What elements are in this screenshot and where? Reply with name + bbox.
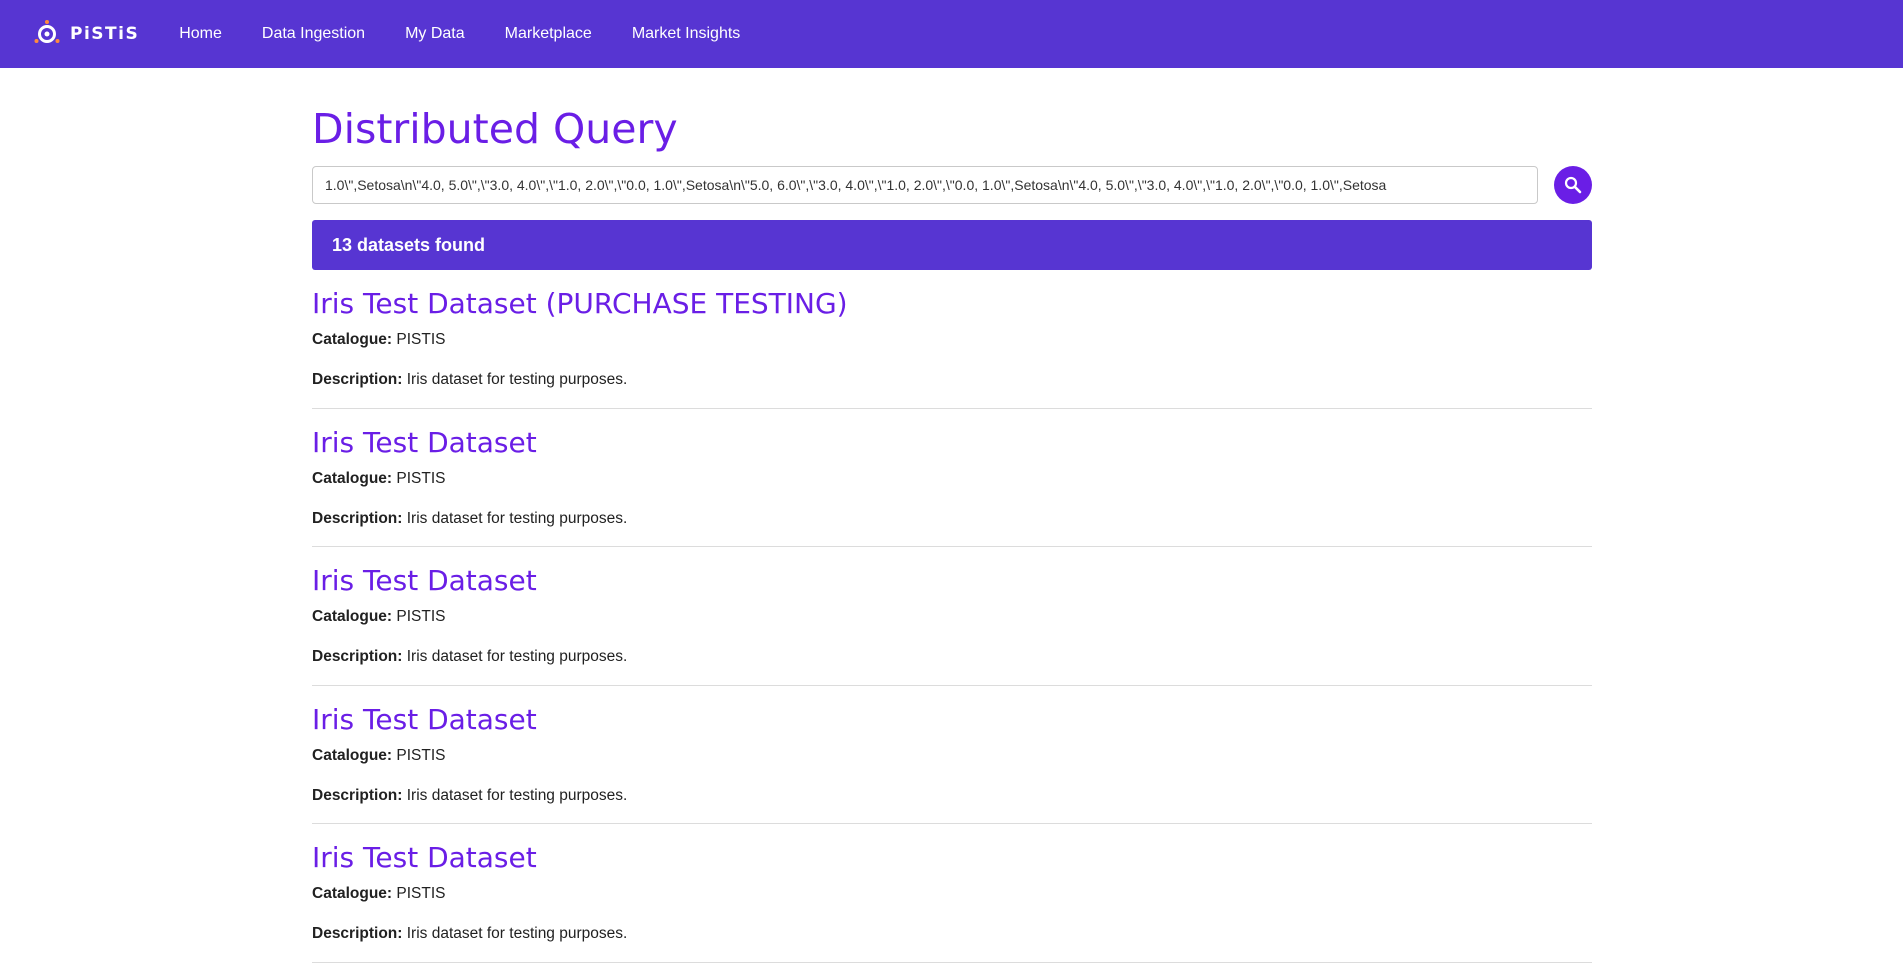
dataset-description: Description: Iris dataset for testing pu… <box>312 647 1592 667</box>
description-value: Iris dataset for testing purposes. <box>406 925 628 942</box>
dataset-title-link[interactable]: Iris Test Dataset <box>312 842 537 874</box>
nav-item-my-data[interactable]: My Data <box>405 25 465 43</box>
results-count-banner: 13 datasets found <box>312 220 1592 270</box>
description-value: Iris dataset for testing purposes. <box>406 786 628 804</box>
pistis-logo-icon <box>34 20 60 43</box>
catalogue-label: Catalogue: <box>312 885 393 902</box>
dataset-catalogue: Catalogue: PISTIS <box>312 884 1592 904</box>
brand-logo-link[interactable]: PiSTiS <box>32 0 139 68</box>
search-icon <box>1564 176 1582 194</box>
description-value: Iris dataset for testing purposes. <box>406 648 628 665</box>
description-label: Description: <box>312 925 403 942</box>
search-row <box>312 166 1592 204</box>
dataset-catalogue: Catalogue: PISTIS <box>312 330 1592 350</box>
dataset-title-link[interactable]: Iris Test Dataset <box>312 565 537 597</box>
catalogue-value: PISTIS <box>396 469 446 487</box>
dataset-catalogue: Catalogue: PISTIS <box>312 746 1592 766</box>
description-value: Iris dataset for testing purposes. <box>406 371 628 388</box>
description-label: Description: <box>312 509 403 527</box>
main-nav: Home Data Ingestion My Data Marketplace … <box>179 25 780 43</box>
description-label: Description: <box>312 648 403 665</box>
brand-name: PiSTiS <box>70 24 140 44</box>
catalogue-value: PISTIS <box>396 608 446 625</box>
dataset-result: Iris Test Dataset (PURCHASE TESTING) Cat… <box>312 270 1592 409</box>
description-label: Description: <box>312 786 403 804</box>
dataset-title-link[interactable]: Iris Test Dataset (PURCHASE TESTING) <box>312 288 848 320</box>
dataset-description: Description: Iris dataset for testing pu… <box>312 786 1592 806</box>
dataset-result: Iris Test Dataset Catalogue: PISTIS Desc… <box>312 824 1592 963</box>
catalogue-label: Catalogue: <box>312 331 393 348</box>
catalogue-value: PISTIS <box>396 331 446 348</box>
catalogue-label: Catalogue: <box>312 608 393 625</box>
dataset-catalogue: Catalogue: PISTIS <box>312 469 1592 489</box>
dataset-description: Description: Iris dataset for testing pu… <box>312 370 1592 390</box>
nav-item-data-ingestion[interactable]: Data Ingestion <box>262 25 365 43</box>
catalogue-label: Catalogue: <box>312 746 393 764</box>
dataset-description: Description: Iris dataset for testing pu… <box>312 509 1592 529</box>
dataset-result: Iris Test Dataset Catalogue: PISTIS Desc… <box>312 547 1592 686</box>
nav-item-market-insights[interactable]: Market Insights <box>632 25 740 43</box>
nav-item-marketplace[interactable]: Marketplace <box>505 25 592 43</box>
dataset-title-link[interactable]: Iris Test Dataset <box>312 703 537 736</box>
top-navbar: PiSTiS Home Data Ingestion My Data Marke… <box>0 0 1903 68</box>
dataset-result: Iris Test Dataset Catalogue: PISTIS Desc… <box>312 686 1592 824</box>
query-input[interactable] <box>312 166 1538 204</box>
dataset-catalogue: Catalogue: PISTIS <box>312 607 1592 627</box>
search-button[interactable] <box>1554 166 1592 204</box>
page-title: Distributed Query <box>312 105 678 153</box>
catalogue-value: PISTIS <box>396 885 446 902</box>
catalogue-value: PISTIS <box>396 746 446 764</box>
description-value: Iris dataset for testing purposes. <box>406 509 628 527</box>
nav-item-home[interactable]: Home <box>179 25 222 43</box>
dataset-result: Iris Test Dataset Catalogue: PISTIS Desc… <box>312 409 1592 547</box>
description-label: Description: <box>312 371 403 388</box>
dataset-title-link[interactable]: Iris Test Dataset <box>312 426 537 459</box>
catalogue-label: Catalogue: <box>312 469 393 487</box>
main-content: Distributed Query 13 datasets found Iris… <box>312 68 1592 963</box>
dataset-description: Description: Iris dataset for testing pu… <box>312 924 1592 944</box>
